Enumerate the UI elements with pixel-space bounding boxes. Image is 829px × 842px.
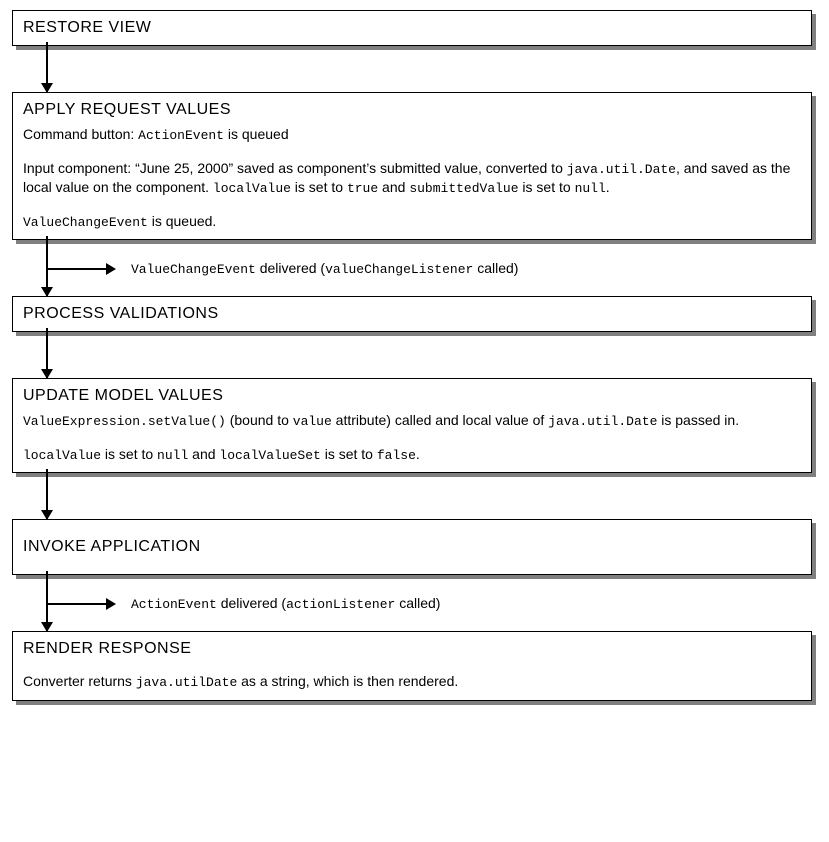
- code-text: java.util.Date: [548, 414, 657, 429]
- code-text: ActionEvent: [131, 597, 217, 612]
- edge-label: ValueChangeEvent delivered (valueChangeL…: [131, 260, 518, 277]
- code-text: value: [293, 414, 332, 429]
- text: is set to: [321, 446, 377, 462]
- code-text: ValueChangeEvent: [131, 262, 256, 277]
- code-text: submittedValue: [409, 181, 518, 196]
- text: delivered (: [217, 595, 286, 611]
- text: Input component: “June 25, 2000” saved a…: [23, 160, 567, 176]
- text: and: [188, 446, 219, 462]
- text: Converter returns: [23, 673, 136, 689]
- text: attribute) called and local value of: [332, 412, 548, 428]
- branch-line: [47, 603, 107, 605]
- text: as a string, which is then rendered.: [237, 673, 458, 689]
- text: is set to: [101, 446, 157, 462]
- code-text: ValueExpression.setValue(): [23, 414, 226, 429]
- code-text: null: [157, 448, 188, 463]
- code-text: localValueSet: [219, 448, 320, 463]
- box-apply-request-values: APPLY REQUEST VALUES Command button: Act…: [12, 92, 812, 240]
- text-line: ValueChangeEvent is queued.: [23, 212, 801, 232]
- text: is queued.: [148, 213, 217, 229]
- text: and: [378, 179, 409, 195]
- code-text: true: [347, 181, 378, 196]
- box-title: APPLY REQUEST VALUES: [23, 101, 801, 119]
- connector-4: [46, 473, 817, 519]
- connector-1: [46, 46, 817, 92]
- text: is set to: [291, 179, 347, 195]
- text: is passed in.: [657, 412, 739, 428]
- text: .: [606, 179, 610, 195]
- code-text: false: [377, 448, 416, 463]
- arrow-right-icon: [106, 598, 116, 610]
- text-line: Input component: “June 25, 2000” saved a…: [23, 159, 801, 198]
- code-text: actionListener: [286, 597, 395, 612]
- connector-3: [46, 332, 817, 378]
- box-process-validations: PROCESS VALIDATIONS: [12, 296, 812, 332]
- box-restore-view: RESTORE VIEW: [12, 10, 812, 46]
- code-text: null: [575, 181, 606, 196]
- code-text: ValueChangeEvent: [23, 215, 148, 230]
- connector-2: ValueChangeEvent delivered (valueChangeL…: [46, 240, 817, 296]
- text: is queued: [224, 126, 289, 142]
- box-title: RENDER RESPONSE: [23, 640, 801, 658]
- text-line: Command button: ActionEvent is queued: [23, 125, 801, 145]
- text-line: ValueExpression.setValue() (bound to val…: [23, 411, 801, 431]
- edge-label: ActionEvent delivered (actionListener ca…: [131, 595, 440, 612]
- box-title: PROCESS VALIDATIONS: [23, 305, 801, 323]
- code-text: java.utilDate: [136, 675, 237, 690]
- box-title: UPDATE MODEL VALUES: [23, 387, 801, 405]
- text: .: [416, 446, 420, 462]
- text: (bound to: [226, 412, 293, 428]
- text: called): [473, 260, 518, 276]
- text: Command button:: [23, 126, 138, 142]
- code-text: localValue: [23, 448, 101, 463]
- text: delivered (: [256, 260, 325, 276]
- box-title: INVOKE APPLICATION: [23, 538, 801, 556]
- box-title: RESTORE VIEW: [23, 19, 801, 37]
- text-line: localValue is set to null and localValue…: [23, 445, 801, 465]
- code-text: java.util.Date: [567, 162, 676, 177]
- branch-line: [47, 268, 107, 270]
- text: called): [395, 595, 440, 611]
- code-text: ActionEvent: [138, 128, 224, 143]
- connector-5: ActionEvent delivered (actionListener ca…: [46, 575, 817, 631]
- code-text: localValue: [213, 181, 291, 196]
- text-line: Converter returns java.utilDate as a str…: [23, 672, 801, 692]
- box-update-model-values: UPDATE MODEL VALUES ValueExpression.setV…: [12, 378, 812, 473]
- box-render-response: RENDER RESPONSE Converter returns java.u…: [12, 631, 812, 701]
- box-invoke-application: INVOKE APPLICATION: [12, 519, 812, 575]
- arrow-right-icon: [106, 263, 116, 275]
- code-text: valueChangeListener: [325, 262, 473, 277]
- text: is set to: [519, 179, 575, 195]
